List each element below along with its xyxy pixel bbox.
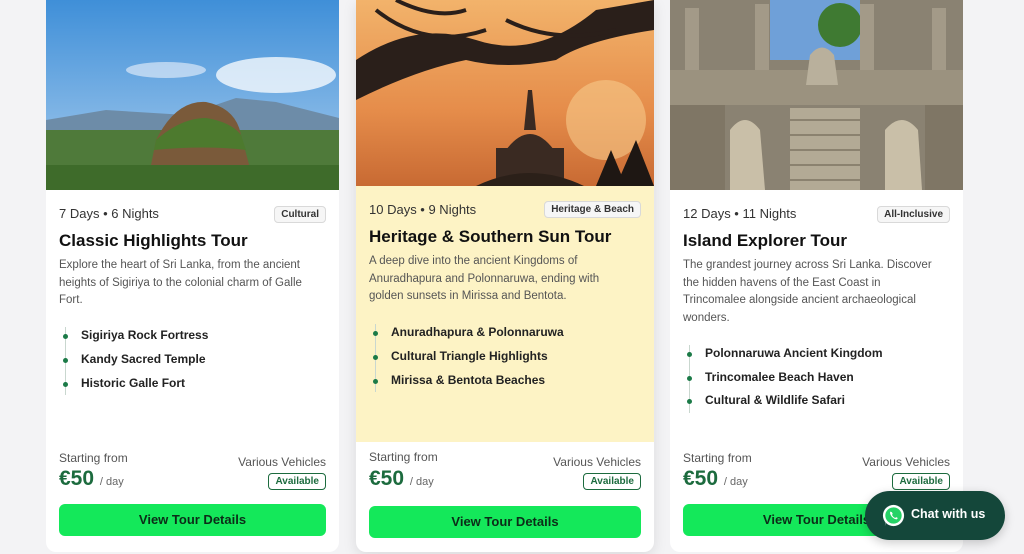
tour-card-island-explorer: 12 Days • 11 Nights All-Inclusive Island…	[670, 0, 963, 552]
starting-from-label: Starting from	[683, 451, 752, 465]
availability-badge: Available	[268, 473, 326, 490]
starting-from-label: Starting from	[59, 451, 128, 465]
tour-highlights: Sigiriya Rock Fortress Kandy Sacred Temp…	[59, 327, 319, 395]
starting-from-label: Starting from	[369, 450, 438, 464]
bullet-icon	[687, 352, 692, 357]
bullet-icon	[63, 382, 68, 387]
bullet-icon	[63, 358, 68, 363]
bullet-icon	[63, 334, 68, 339]
tour-category-badge: All-Inclusive	[877, 206, 950, 223]
tour-title: Island Explorer Tour	[683, 231, 848, 250]
vehicles-label: Various Vehicles	[238, 455, 326, 469]
view-tour-details-button[interactable]: View Tour Details	[59, 504, 326, 536]
vehicles-label: Various Vehicles	[553, 455, 641, 469]
tour-category-badge: Cultural	[274, 206, 326, 223]
tour-highlights: Polonnaruwa Ancient Kingdom Trincomalee …	[683, 345, 948, 413]
tour-description: A deep dive into the ancient Kingdoms of…	[369, 255, 600, 302]
bullet-icon	[373, 331, 378, 336]
tour-card-heritage-southern-sun: 10 Days • 9 Nights Heritage & Beach Heri…	[356, 0, 654, 552]
tour-price: €50 / day	[683, 467, 748, 490]
tour-category-badge: Heritage & Beach	[544, 201, 641, 218]
tour-highlights: Anuradhapura & Polonnaruwa Cultural Tria…	[369, 324, 639, 392]
bullet-icon	[373, 355, 378, 360]
tour-duration: 7 Days • 6 Nights	[59, 206, 159, 221]
bullet-icon	[687, 376, 692, 381]
availability-badge: Available	[892, 473, 950, 490]
tour-description: Explore the heart of Sri Lanka, from the…	[59, 259, 302, 306]
tour-description: The grandest journey across Sri Lanka. D…	[683, 259, 932, 324]
tour-title: Heritage & Southern Sun Tour	[369, 227, 612, 246]
bullet-icon	[373, 379, 378, 384]
tour-image-polonnaruwa-ruins	[670, 0, 963, 190]
availability-badge: Available	[583, 473, 641, 490]
chat-label: Chat with us	[911, 507, 986, 521]
tour-title: Classic Highlights Tour	[59, 231, 248, 250]
whatsapp-icon	[882, 504, 905, 527]
tour-card-classic-highlights: 7 Days • 6 Nights Cultural Classic Highl…	[46, 0, 339, 552]
tour-price: €50 / day	[369, 467, 434, 490]
tour-price: €50 / day	[59, 467, 124, 490]
tour-duration: 12 Days • 11 Nights	[683, 206, 797, 221]
bullet-icon	[687, 399, 692, 404]
tour-image-stupa-sunset	[356, 0, 654, 186]
tour-image-sigiriya	[46, 0, 339, 190]
view-tour-details-button[interactable]: View Tour Details	[369, 506, 641, 538]
tour-duration: 10 Days • 9 Nights	[369, 202, 477, 217]
highlight-panel	[356, 186, 654, 442]
vehicles-label: Various Vehicles	[862, 455, 950, 469]
chat-with-us-button[interactable]: Chat with us	[865, 491, 1005, 540]
